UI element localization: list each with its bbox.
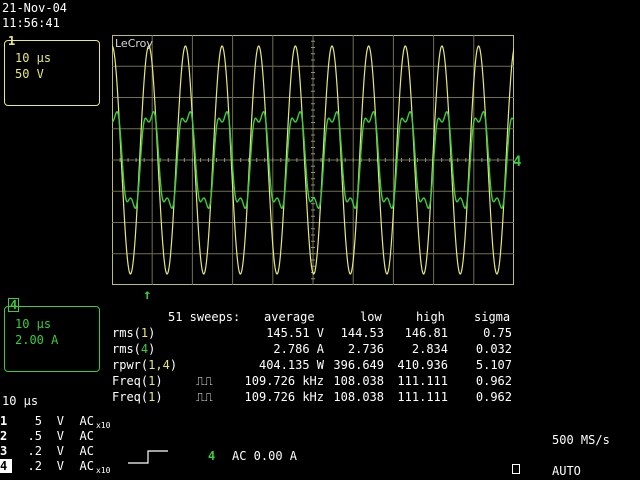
measurement-low: 144.53 xyxy=(340,326,384,340)
measurement-row: rms(1) 145.51 V 144.53 146.81 0.75 xyxy=(112,326,522,342)
col-average: average xyxy=(264,310,315,324)
trigger-edge-icon xyxy=(128,450,168,464)
channel-volts: 5 xyxy=(34,414,42,428)
sweeps-count: 51 sweeps: xyxy=(168,310,241,324)
probe-attenuation: x10 xyxy=(96,421,111,431)
measurement-sigma: 0.962 xyxy=(475,390,512,404)
col-low: low xyxy=(360,310,382,324)
measurement-name: Freq(1) xyxy=(112,374,163,388)
trigger-channel: 4 xyxy=(208,449,216,463)
trace-1-settings[interactable]: 10 µs 50 V xyxy=(4,40,100,106)
trace-4-vdiv: 2.00 A xyxy=(15,333,59,347)
measurement-sigma: 0.032 xyxy=(475,342,512,356)
trace-4-timebase: 10 µs xyxy=(15,317,52,331)
measurement-high: 111.111 xyxy=(397,390,448,404)
channel-unit: V xyxy=(56,444,64,458)
measurement-average: 2.786 A xyxy=(273,342,324,356)
acquisition-status-icon xyxy=(512,464,520,474)
measurement-average: 109.726 kHz xyxy=(244,374,324,388)
channel-number: 1 xyxy=(0,414,8,428)
measurement-sigma: 0.962 xyxy=(475,374,512,388)
trigger-position-marker[interactable]: ↑ xyxy=(143,287,151,303)
trace-1-vdiv: 50 V xyxy=(15,67,44,81)
trace-1-timebase: 10 µs xyxy=(15,51,52,65)
sample-rate: 500 MS/s xyxy=(552,433,610,447)
measurement-name: Freq(1) xyxy=(112,390,163,404)
measurement-high: 111.111 xyxy=(397,374,448,388)
measurement-low: 2.736 xyxy=(347,342,384,356)
channel-volts: .5 xyxy=(27,429,42,443)
channel-coupling: AC xyxy=(79,429,94,443)
channel-number: 4 xyxy=(0,459,12,473)
measurement-name: rms(1) xyxy=(112,326,156,340)
col-high: high xyxy=(416,310,445,324)
measurement-row: rms(4) 2.786 A 2.736 2.834 0.032 xyxy=(112,342,522,358)
measurement-name: rms(4) xyxy=(112,342,156,356)
measurement-average: 145.51 V xyxy=(266,326,324,340)
timebase-readout: 10 µs xyxy=(2,394,39,408)
channel-number: 3 xyxy=(0,444,8,458)
measurement-header: 51 sweeps: average low high sigma xyxy=(112,310,522,326)
channel-volts: .2 xyxy=(27,459,42,473)
channel-volts: .2 xyxy=(27,444,42,458)
measurement-low: 396.649 xyxy=(333,358,384,372)
channel-unit: V xyxy=(56,459,64,473)
channel-coupling: AC xyxy=(79,414,94,428)
brand-logo: LeCroy xyxy=(115,37,153,50)
channel-coupling: AC xyxy=(79,459,94,473)
channel-coupling: AC xyxy=(79,444,94,458)
measurement-average: 404.135 W xyxy=(258,358,324,372)
trace-4-settings[interactable]: 10 µs 2.00 A xyxy=(4,306,100,372)
measurement-table: 51 sweeps: average low high sigma rms(1)… xyxy=(112,310,522,406)
channel-unit: V xyxy=(56,429,64,443)
measurement-high: 2.834 xyxy=(411,342,448,356)
measurement-average: 109.726 kHz xyxy=(244,390,324,404)
col-sigma: sigma xyxy=(474,310,511,324)
channel-number: 2 xyxy=(0,429,8,443)
measurement-row: Freq(1) ⎍⎍ 109.726 kHz 108.038 111.111 0.962 xyxy=(112,390,522,406)
channel-4-settings[interactable]: 4 .2 V AC x10 xyxy=(0,459,110,478)
trigger-mode[interactable]: AUTO xyxy=(552,464,581,478)
measurement-low: 108.038 xyxy=(333,374,384,388)
probe-attenuation: x10 xyxy=(96,466,111,476)
measurement-row: Freq(1) ⎍⎍ 109.726 kHz 108.038 111.111 0.962 xyxy=(112,374,522,390)
measurement-low: 108.038 xyxy=(333,390,384,404)
trace-4-offset-marker[interactable]: 4 xyxy=(513,154,521,170)
waveform-display[interactable] xyxy=(112,35,514,285)
trigger-level: AC 0.00 A xyxy=(232,449,298,463)
pulse-icon: ⎍⎍ xyxy=(196,374,213,388)
measurement-high: 410.936 xyxy=(397,358,448,372)
measurement-row: rpwr(1,4) 404.135 W 396.649 410.936 5.107 xyxy=(112,358,522,374)
measurement-sigma: 5.107 xyxy=(475,358,512,372)
measurement-name: rpwr(1,4) xyxy=(112,358,178,372)
pulse-icon: ⎍⎍ xyxy=(196,390,213,404)
trace-4-tag: 4 xyxy=(8,298,20,312)
date-readout: 21-Nov-04 xyxy=(2,1,68,15)
trace-1-tag: 1 xyxy=(8,34,16,48)
measurement-sigma: 0.75 xyxy=(483,326,512,340)
time-readout: 11:56:41 xyxy=(2,16,60,30)
measurement-high: 146.81 xyxy=(404,326,448,340)
channel-unit: V xyxy=(56,414,64,428)
